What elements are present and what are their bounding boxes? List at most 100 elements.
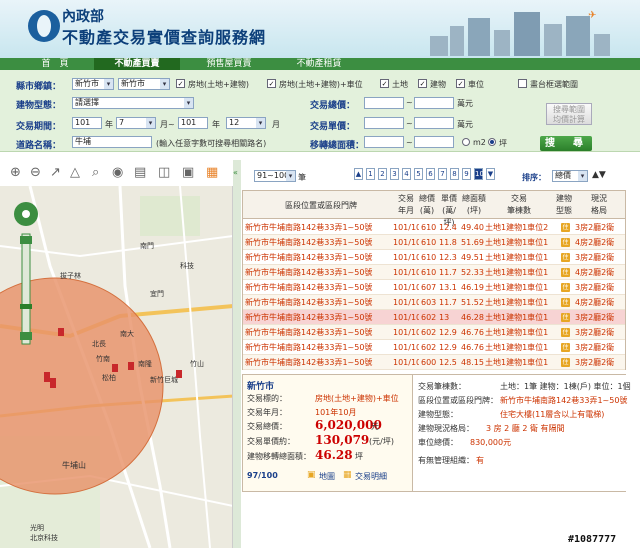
area-min-input[interactable]: [364, 136, 404, 148]
last-page-icon[interactable]: ▼: [486, 168, 495, 180]
print-icon[interactable]: ▤: [134, 160, 146, 186]
search-button[interactable]: 搜 尋: [540, 136, 592, 151]
pan-icon[interactable]: ↗: [50, 160, 61, 186]
average-price-button[interactable]: 搜尋範圍 均價計算: [546, 103, 592, 125]
map-view[interactable]: 拔子林 南門 科技 新竹巨城 南大 竹山 宜門 北長 竹南 松柏 南隆 牛埔山 …: [0, 186, 233, 548]
site-header: 內政部 不動產交易實價查詢服務網 ✈: [0, 0, 640, 58]
row-area: 51.69: [461, 238, 484, 247]
row-address: 新竹市牛埔南路142巷33弄1~50號: [245, 343, 373, 352]
map-button[interactable]: 地圖: [319, 471, 335, 482]
row-area: 51.52: [461, 298, 484, 307]
area-m2-radio[interactable]: [462, 138, 470, 146]
table-row[interactable]: 新竹市牛埔南路142巷33弄1~50號 101/10 600 12.5 48.15 土地1…: [243, 355, 625, 370]
clear-icon[interactable]: ▣: [182, 160, 194, 186]
page-1[interactable]: 1: [366, 168, 375, 180]
table-row[interactable]: 新竹市牛埔南路142巷33弄1~50號 101/10 602 13 46.28 土地1建物…: [243, 310, 625, 325]
sort-select[interactable]: 總價: [552, 170, 588, 182]
detail-summary: 新竹市 交易標的： 房地(土地+建物)+車位 交易年月： 101年10月 交易總…: [243, 375, 413, 491]
transaction-detail-button[interactable]: 交易明細: [355, 471, 387, 482]
row-total: 603: [421, 298, 437, 307]
area-max-input[interactable]: [414, 136, 454, 148]
detail-area-unit: 坪: [355, 452, 363, 461]
sort-label: 排序：: [522, 173, 546, 182]
district-select[interactable]: 新竹市: [118, 78, 170, 90]
detail-layout-value: 3 房 2 廳 2 衛 有隔間: [486, 424, 565, 433]
zoom-out-icon[interactable]: ⊖: [30, 160, 41, 186]
table-row[interactable]: 新竹市牛埔南路142巷33弄1~50號 101/10 602 12.9 46.76 土地1…: [243, 340, 625, 355]
page-2[interactable]: 2: [378, 168, 387, 180]
row-unit: 土地1建物1車位1: [485, 343, 549, 352]
total-price-max-input[interactable]: [414, 97, 454, 109]
svg-text:宜門: 宜門: [150, 289, 164, 298]
row-address: 新竹市牛埔南路142巷33弄1~50號: [245, 238, 373, 247]
page-9[interactable]: 9: [462, 168, 471, 180]
city-select[interactable]: 新竹市: [72, 78, 114, 90]
row-area: 46.19: [461, 283, 484, 292]
building-type-select[interactable]: 請選擇: [72, 97, 194, 109]
row-layout: 3房2廳2衛: [575, 283, 615, 292]
detail-icon[interactable]: ▦: [343, 470, 352, 480]
type-building-checkbox[interactable]: ✓: [418, 79, 427, 88]
residence-icon: 住: [561, 328, 570, 337]
start-month-select[interactable]: 7: [116, 117, 156, 129]
sort-direction-icon[interactable]: ▲▼: [592, 170, 606, 180]
start-year-input[interactable]: 101: [72, 117, 102, 129]
road-input[interactable]: 牛埔: [72, 136, 152, 148]
tab-presale[interactable]: 預售屋買賣: [186, 58, 272, 70]
end-month-select[interactable]: 12: [226, 117, 266, 129]
bird-icon: ✈: [588, 10, 597, 21]
row-layout: 3房2廳2衛: [575, 223, 615, 232]
page-10[interactable]: 10: [474, 168, 484, 180]
svg-text:北京科技: 北京科技: [30, 533, 58, 542]
measure-distance-icon[interactable]: ⌕: [92, 160, 99, 186]
row-unit: 土地1建物1車位1: [485, 313, 549, 322]
type-building-label: 建物: [430, 80, 446, 89]
page-3[interactable]: 3: [390, 168, 399, 180]
row-total: 610: [421, 253, 437, 262]
area-ping-radio[interactable]: [488, 138, 496, 146]
type-house-parking-checkbox[interactable]: ✓: [267, 79, 276, 88]
residence-icon: 住: [561, 343, 570, 352]
tab-home[interactable]: 首 頁: [20, 58, 90, 70]
start-month-unit: 月~: [160, 120, 175, 129]
residence-icon: 住: [561, 298, 570, 307]
page-7[interactable]: 7: [438, 168, 447, 180]
unit-price-max-input[interactable]: [414, 117, 454, 129]
page-8[interactable]: 8: [450, 168, 459, 180]
period-label: 交易期間：: [16, 122, 62, 132]
table-row[interactable]: 新竹市牛埔南路142巷33弄1~50號 101/10 610 12.4 49.40 土地1…: [243, 220, 625, 235]
type-parking-checkbox[interactable]: ✓: [456, 79, 465, 88]
ministry-logo[interactable]: [28, 10, 60, 42]
type-house-checkbox[interactable]: ✓: [176, 79, 185, 88]
end-year-input[interactable]: 101: [178, 117, 208, 129]
type-land-checkbox[interactable]: ✓: [380, 79, 389, 88]
export-icon[interactable]: ▦: [206, 160, 218, 186]
page-6[interactable]: 6: [426, 168, 435, 180]
zoom-in-icon[interactable]: ⊕: [10, 160, 21, 186]
total-price-min-input[interactable]: [364, 97, 404, 109]
map-icon[interactable]: ▣: [307, 470, 316, 480]
measure-area-icon[interactable]: △: [70, 160, 80, 186]
locate-icon[interactable]: ◉: [112, 160, 123, 186]
table-row[interactable]: 新竹市牛埔南路142巷33弄1~50號 101/10 603 11.7 51.52 土地1…: [243, 295, 625, 310]
table-row[interactable]: 新竹市牛埔南路142巷33弄1~50號 101/10 610 11.7 52.33 土地1…: [243, 265, 625, 280]
detail-addr-value: 新竹市牛埔南路142巷33弄1~50號: [500, 396, 628, 405]
start-year-unit: 年: [105, 120, 113, 129]
collapse-icon[interactable]: «: [233, 168, 238, 177]
page-5[interactable]: 5: [414, 168, 423, 180]
unit-price-min-input[interactable]: [364, 117, 404, 129]
page-4[interactable]: 4: [402, 168, 411, 180]
table-row[interactable]: 新竹市牛埔南路142巷33弄1~50號 101/10 610 12.3 49.51 土地1…: [243, 250, 625, 265]
table-row[interactable]: 新竹市牛埔南路142巷33弄1~50號 101/10 607 13.1 46.19 土地1…: [243, 280, 625, 295]
detail-area-value: 46.28: [315, 448, 353, 462]
map-select-checkbox[interactable]: [518, 79, 527, 88]
total-price-tilde: ~: [406, 98, 413, 107]
layers-icon[interactable]: ◫: [158, 160, 170, 186]
tab-rent[interactable]: 不動產租賃: [276, 58, 362, 70]
first-page-icon[interactable]: ▲: [354, 168, 363, 180]
table-row[interactable]: 新竹市牛埔南路142巷33弄1~50號 101/10 602 12.9 46.76 土地1…: [243, 325, 625, 340]
table-row[interactable]: 新竹市牛埔南路142巷33弄1~50號 101/10 610 11.8 51.69 土地1…: [243, 235, 625, 250]
range-select[interactable]: 91~100: [254, 170, 296, 182]
panel-splitter[interactable]: «: [233, 160, 241, 548]
tab-sale[interactable]: 不動產買賣: [94, 58, 180, 70]
